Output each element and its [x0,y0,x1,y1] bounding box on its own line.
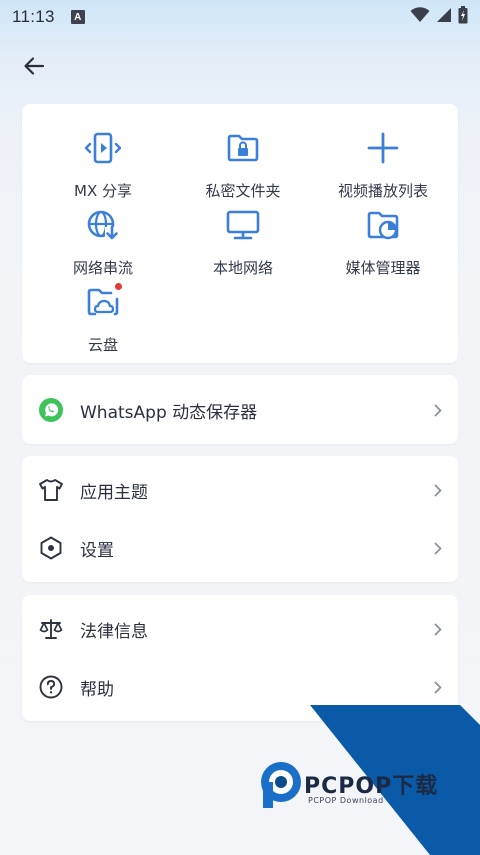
chevron-right-icon [432,403,444,417]
whatsapp-icon [38,397,64,423]
whatsapp-card: WhatsApp 动态保存器 [22,375,458,444]
grid-label: 云盘 [87,336,118,354]
grid-item-local-network[interactable]: 本地网络 [173,205,313,278]
settings-hexagon-icon [38,535,64,561]
chevron-right-icon [432,622,444,636]
scale-icon [38,616,64,642]
grid-item-video-playlist[interactable]: 视频播放列表 [313,128,453,201]
legal-info-row[interactable]: 法律信息 [22,600,458,658]
settings-card: 应用主题 设置 [22,456,458,582]
grid-label: 视频播放列表 [337,182,428,200]
watermark-logo: PCPOP下载 PCPOP Download [258,760,468,820]
grid-item-mx-share[interactable]: MX 分享 [33,128,173,201]
settings-row[interactable]: 设置 [22,519,458,577]
private-folder-icon [223,128,263,168]
grid-label: 网络串流 [72,259,133,277]
pcpop-logo-icon [261,762,301,808]
media-manager-icon [363,205,403,245]
back-button[interactable] [18,50,50,82]
mx-share-icon [83,128,123,168]
grid-item-media-manager[interactable]: 媒体管理器 [313,205,453,278]
app-theme-row[interactable]: 应用主题 [22,461,458,519]
local-network-icon [223,205,263,245]
add-playlist-icon [363,128,403,168]
chevron-right-icon [432,483,444,497]
grid-label: MX 分享 [74,182,132,200]
whatsapp-status-saver-row[interactable]: WhatsApp 动态保存器 [22,381,458,439]
network-stream-icon [83,205,123,245]
grid-label: 本地网络 [212,259,273,277]
grid-item-private-folder[interactable]: 私密文件夹 [173,128,313,201]
quick-actions-card: MX 分享 私密文件夹 视频播放列表 网络串流 本地网络 媒体管理器 云盘 [22,104,458,363]
wifi-icon [410,7,430,27]
watermark-subtitle: PCPOP Download [308,796,384,805]
row-label: 帮助 [80,679,114,700]
row-label: 法律信息 [80,621,148,642]
chevron-right-icon [432,541,444,555]
info-card: 法律信息 帮助 [22,595,458,721]
shirt-icon [38,477,64,503]
notification-badge [115,283,122,290]
row-label: 应用主题 [80,482,148,503]
notification-icon: A [70,10,85,24]
cloud-drive-icon [83,282,123,322]
grid-item-network-stream[interactable]: 网络串流 [33,205,173,278]
signal-icon [436,7,452,27]
help-icon [38,674,64,700]
arrow-back-icon [24,57,45,75]
row-label: WhatsApp 动态保存器 [80,402,258,423]
status-bar: 11:13 A [0,0,480,34]
row-label: 设置 [80,540,114,561]
grid-label: 媒体管理器 [345,259,421,277]
battery-icon [458,6,468,28]
grid-label: 私密文件夹 [205,182,281,200]
chevron-right-icon [432,680,444,694]
status-indicators [410,6,468,28]
grid-item-cloud-drive[interactable]: 云盘 [33,282,173,355]
status-time: 11:13 [12,7,55,26]
